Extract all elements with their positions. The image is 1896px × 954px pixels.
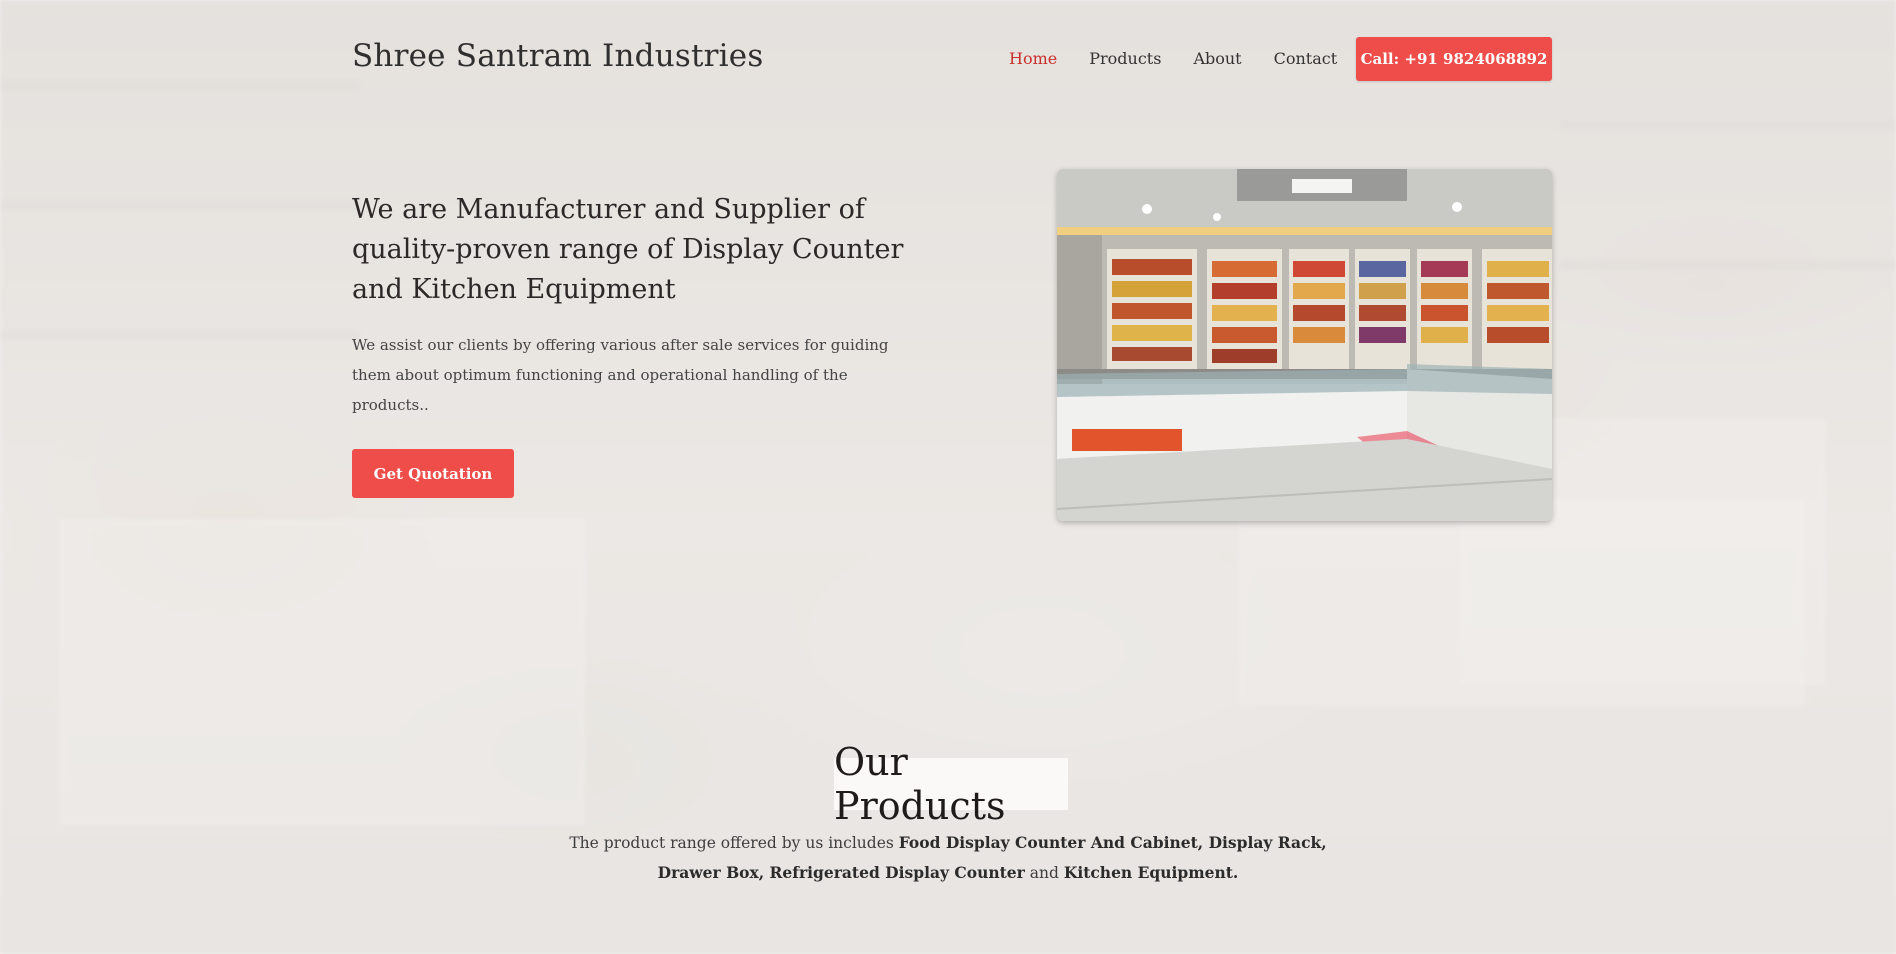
hero-description: We assist our clients by offering variou… (352, 336, 889, 414)
page: Shree Santram Industries Home Products A… (0, 0, 1896, 954)
nav-contact[interactable]: Contact (1274, 49, 1338, 68)
products-section-title: Our Products (834, 740, 1068, 828)
nav-about[interactable]: About (1193, 49, 1241, 68)
products-joiner: and (1029, 864, 1059, 882)
products-intro: The product range offered by us includes (569, 834, 894, 852)
product-list-part-3: Kitchen Equipment. (1063, 863, 1239, 882)
hero-title: We are Manufacturer and Supplier of qual… (352, 194, 904, 305)
site-logo[interactable]: Shree Santram Industries (352, 38, 763, 74)
products-description: The product range offered by us includes… (560, 828, 1336, 888)
call-button[interactable]: Call: +91 9824068892 (1356, 37, 1552, 81)
product-list-part-1: Food Display Counter And Cabinet, Displa… (898, 833, 1327, 852)
hero-store-image (1057, 169, 1552, 521)
nav-home[interactable]: Home (1009, 49, 1057, 68)
product-list-part-2: Drawer Box, Refrigerated Display Counter (657, 863, 1025, 882)
nav-products[interactable]: Products (1089, 49, 1161, 68)
get-quotation-button[interactable]: Get Quotation (352, 449, 514, 498)
main-nav: Home Products About Contact (1009, 49, 1337, 68)
store-illustration (1057, 169, 1552, 521)
